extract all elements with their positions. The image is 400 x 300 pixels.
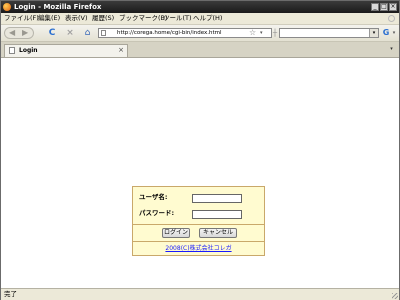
url-bar[interactable]: http://corega.home/cgi-bin/index.html ☆ … [98,28,272,38]
menu-bar: ファイル(F) 編集(E) 表示(V) 履歴(S) ブックマーク(B) ツール(… [1,13,399,25]
page-content: ユーザ名: パスワード: ログイン キャンセル 2008(C)株式会社コレガ [1,58,399,288]
tab-login[interactable]: Login × [4,44,128,57]
tab-label: Login [19,47,38,54]
username-label: ユーザ名: [139,193,168,201]
page-icon [101,30,106,36]
search-engine-dropdown-icon[interactable]: ▾ [369,29,378,37]
bookmark-star-icon[interactable]: ☆ [249,29,256,37]
back-arrow-icon[interactable]: ◀ [9,28,15,38]
close-tab-icon[interactable]: × [118,45,124,55]
list-all-tabs-icon[interactable]: ▾ [388,46,395,53]
menu-help[interactable]: ヘルプ(H) [193,14,222,23]
form-divider [133,241,264,242]
maximize-button[interactable]: □ [380,3,388,11]
title-bar: Login - Mozilla Firefox _ □ × [1,1,399,13]
login-button[interactable]: ログイン [162,228,190,238]
window-title: Login - Mozilla Firefox [14,3,102,11]
status-text: 完了 [4,290,17,298]
copyright-link[interactable]: 2008(C)株式会社コレガ [133,244,264,253]
activity-throbber-icon [388,15,395,22]
navigation-toolbar: ◀ ▶ C × ⌂ http://corega.home/cgi-bin/ind… [1,25,399,42]
menu-history[interactable]: 履歴(S) [92,14,114,23]
stop-button[interactable]: × [65,27,75,39]
back-forward-group: ◀ ▶ [4,27,34,39]
browser-window: Login - Mozilla Firefox _ □ × ファイル(F) 編集… [0,0,400,300]
url-text[interactable]: http://corega.home/cgi-bin/index.html [117,29,222,37]
forward-arrow-icon[interactable]: ▶ [22,28,28,38]
menu-view[interactable]: 表示(V) [65,14,88,23]
minimize-button[interactable]: _ [371,3,379,11]
close-window-button[interactable]: × [389,3,397,11]
menu-tools[interactable]: ツール(T) [163,14,192,23]
resize-grip-icon[interactable] [392,293,398,299]
menu-file[interactable]: ファイル(F) [4,14,39,23]
tab-strip: Login × ▾ [1,42,399,58]
search-bar[interactable]: ▾ [279,28,379,38]
search-engine-icon[interactable]: G [381,27,391,39]
home-button[interactable]: ⌂ [82,27,93,39]
menu-bookmarks[interactable]: ブックマーク(B) [119,14,168,23]
login-form: ユーザ名: パスワード: ログイン キャンセル 2008(C)株式会社コレガ [132,186,265,256]
menu-edit[interactable]: 編集(E) [38,14,60,23]
status-bar: 完了 [1,288,399,300]
form-divider [133,224,264,225]
reload-button[interactable]: C [47,27,57,39]
username-input[interactable] [192,194,242,203]
cancel-button[interactable]: キャンセル [199,228,237,238]
url-go-separator: ┼ [272,29,278,37]
search-engine-menu-icon[interactable]: ▾ [391,27,397,39]
tab-page-icon [9,47,15,54]
url-history-dropdown-icon[interactable]: ▾ [260,29,263,37]
password-input[interactable] [192,210,242,219]
firefox-logo-icon [3,3,11,11]
password-label: パスワード: [139,209,175,217]
